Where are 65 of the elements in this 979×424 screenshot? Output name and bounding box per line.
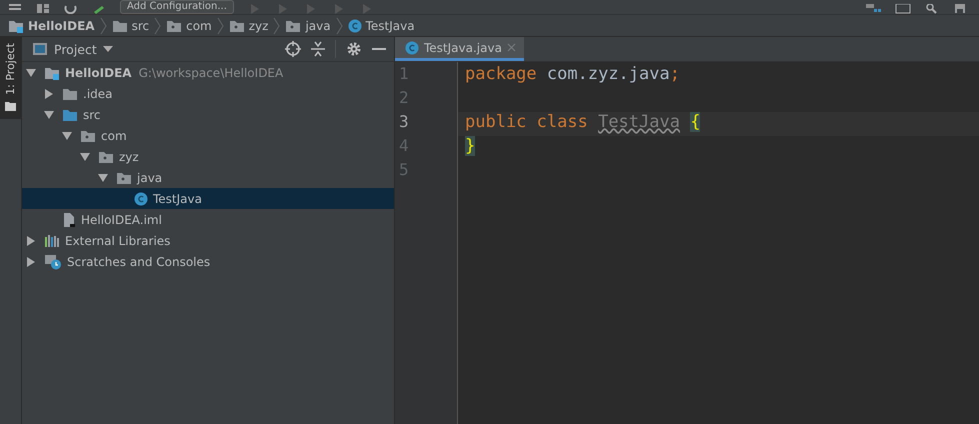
collapsed-arrow-icon[interactable]	[44, 88, 54, 98]
class-icon	[348, 18, 362, 32]
folder-icon	[112, 18, 128, 32]
code-line: public class TestJava {	[465, 112, 700, 132]
package-folder-icon	[228, 18, 245, 32]
chevron-icon	[100, 16, 107, 34]
tree-item[interactable]: Scratches and Consoles	[22, 251, 394, 272]
package-folder-icon	[166, 18, 182, 32]
side-tab[interactable]: 1: Project	[0, 37, 21, 119]
breadcrumb-item[interactable]: HelloIDEA	[8, 18, 95, 32]
chevron-icon	[154, 16, 162, 34]
locate-icon[interactable]	[285, 41, 301, 57]
structure-icon[interactable]	[865, 4, 881, 14]
editor-tab[interactable]: TestJava.java	[395, 37, 524, 61]
tree-item[interactable]: zyz	[22, 146, 394, 167]
code-line: package com.zyz.java;	[465, 64, 680, 84]
tree-item[interactable]: HelloIDEA.iml	[22, 209, 394, 230]
collapsed-arrow-icon[interactable]	[26, 236, 36, 246]
tree-item[interactable]: com	[22, 125, 394, 146]
module-folder-icon	[44, 66, 60, 80]
breadcrumb-item[interactable]: zyz	[228, 18, 268, 32]
folder-icon	[5, 100, 16, 111]
breadcrumb-item[interactable]: java	[285, 18, 331, 32]
scratch-clock-icon	[44, 254, 62, 270]
chevron-icon	[336, 16, 343, 34]
expanded-arrow-icon[interactable]	[98, 172, 108, 182]
window-icon[interactable]	[895, 4, 911, 14]
tree-item[interactable]: src	[22, 104, 394, 125]
search-icon[interactable]	[925, 4, 939, 14]
module-folder-icon	[8, 18, 24, 32]
save-icon[interactable]	[953, 4, 967, 14]
view-selector[interactable]: Project	[32, 42, 113, 56]
tree-item[interactable]: java	[22, 167, 394, 188]
tree-item[interactable]: External Libraries	[22, 230, 394, 251]
breadcrumb-item[interactable]: com	[166, 18, 212, 32]
tree-item[interactable]: HelloIDEA G:\workspace\HelloIDEA	[22, 62, 394, 83]
breadcrumb-item[interactable]: src	[112, 18, 150, 32]
package-folder-icon	[285, 18, 302, 32]
line-number: 3	[398, 112, 410, 133]
collapsed-arrow-icon[interactable]	[26, 256, 36, 266]
package-folder-icon	[80, 128, 96, 142]
library-icon	[44, 234, 60, 248]
class-icon	[405, 40, 419, 54]
package-folder-icon	[98, 150, 114, 164]
file-icon	[62, 212, 76, 228]
folder-icon	[62, 108, 78, 122]
refresh-icon[interactable]	[64, 4, 78, 14]
settings-icon[interactable]	[346, 41, 362, 57]
expanded-arrow-icon[interactable]	[26, 68, 36, 78]
caret-icon	[102, 46, 113, 52]
chevron-icon	[273, 16, 280, 34]
expanded-arrow-icon[interactable]	[62, 130, 72, 140]
project-window-icon	[32, 42, 48, 56]
package-folder-icon	[116, 170, 132, 184]
class-icon	[134, 192, 148, 206]
collapse-all-icon[interactable]	[311, 41, 325, 57]
grid-icon[interactable]	[36, 4, 50, 14]
expanded-arrow-icon[interactable]	[44, 110, 54, 120]
expanded-arrow-icon[interactable]	[80, 152, 90, 162]
breadcrumb-item[interactable]: TestJava	[348, 18, 415, 32]
folder-icon	[62, 86, 78, 100]
tree-item[interactable]: TestJava	[22, 188, 394, 209]
run-configuration-dropdown[interactable]: Add Configuration...	[120, 0, 234, 14]
tree-item[interactable]: .idea	[22, 83, 394, 104]
chevron-icon	[216, 16, 224, 34]
